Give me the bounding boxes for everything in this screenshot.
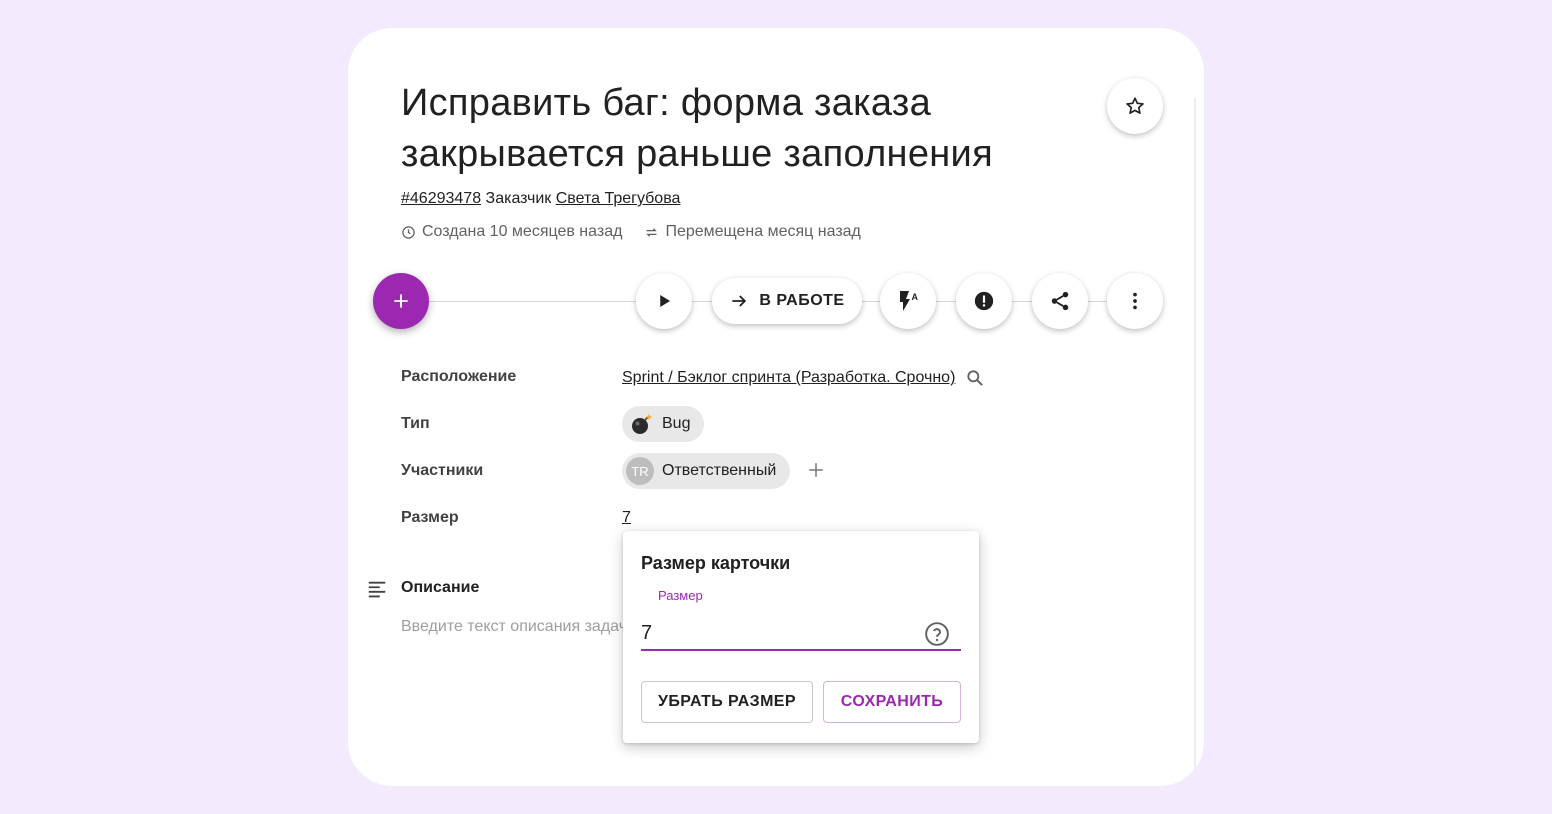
type-chip[interactable]: Bug (622, 406, 705, 442)
location-field: Sprint / Бэклог спринта (Разработка. Сро… (622, 368, 985, 388)
search-icon[interactable] (965, 368, 985, 388)
favorite-button[interactable] (1107, 78, 1163, 134)
moved-text: Перемещена месяц назад (665, 223, 861, 240)
description-label: Описание (401, 579, 480, 596)
priority-button[interactable] (956, 273, 1012, 329)
type-value: Bug (662, 415, 691, 432)
auto-flash-button[interactable]: A (880, 273, 936, 329)
svg-text:A: A (912, 292, 919, 302)
participant-role: Ответственный (662, 462, 777, 479)
description-input[interactable]: Введите текст описания задачи (401, 618, 623, 636)
play-icon (660, 295, 670, 307)
add-icon (394, 294, 408, 308)
swap-icon (646, 227, 658, 237)
play-button[interactable] (636, 273, 692, 329)
participants-label: Участники (401, 462, 484, 479)
more-vert-icon (1133, 292, 1137, 310)
share-button[interactable] (1032, 273, 1088, 329)
description-icon (368, 581, 386, 598)
scrollbar-track[interactable] (1194, 98, 1196, 786)
more-button[interactable] (1107, 273, 1163, 329)
task-meta: #46293478 Заказчик Света Трегубова (401, 190, 680, 208)
type-label: Тип (401, 415, 430, 432)
popover-title: Размер карточки (641, 553, 791, 573)
created-text: Создана 10 месяцев назад (422, 223, 623, 240)
avatar: TR (626, 457, 654, 485)
status-label: В РАБОТЕ (759, 292, 845, 309)
size-value-link[interactable]: 7 (622, 509, 631, 527)
location-link[interactable]: Sprint / Бэклог спринта (Разработка. Сро… (622, 369, 955, 387)
task-title[interactable]: Исправить баг: форма заказа закрывается … (401, 78, 1081, 180)
add-participant-button[interactable] (805, 459, 827, 481)
add-fab-button[interactable] (373, 273, 429, 329)
clear-size-button[interactable]: УБРАТЬ РАЗМЕР (641, 681, 813, 723)
size-input-label: Размер (658, 588, 703, 603)
alert-icon (974, 291, 994, 311)
add-icon (809, 463, 823, 477)
help-icon[interactable] (924, 621, 950, 647)
customer-link[interactable]: Света Трегубова (556, 190, 681, 207)
customer-label: Заказчик (485, 190, 552, 207)
flash-auto-icon: A (900, 291, 919, 311)
status-button[interactable]: В РАБОТЕ (712, 278, 862, 324)
star-icon (1126, 97, 1144, 114)
participant-chip[interactable]: TR Ответственный (622, 453, 791, 489)
arrow-right-icon (732, 295, 747, 307)
location-label: Расположение (401, 368, 517, 385)
size-input-underline (641, 649, 961, 651)
size-popover: Размер карточки Размер УБРАТЬ РАЗМЕР СОХ… (623, 531, 979, 743)
size-input[interactable] (641, 619, 911, 647)
task-id-link[interactable]: #46293478 (401, 190, 481, 207)
share-icon (1051, 291, 1069, 311)
bomb-icon (632, 414, 652, 434)
size-label: Размер (401, 509, 459, 526)
task-dates: Создана 10 месяцев назад Перемещена меся… (401, 223, 861, 241)
save-size-button[interactable]: СОХРАНИТЬ (823, 681, 961, 723)
clock-icon (402, 225, 415, 239)
